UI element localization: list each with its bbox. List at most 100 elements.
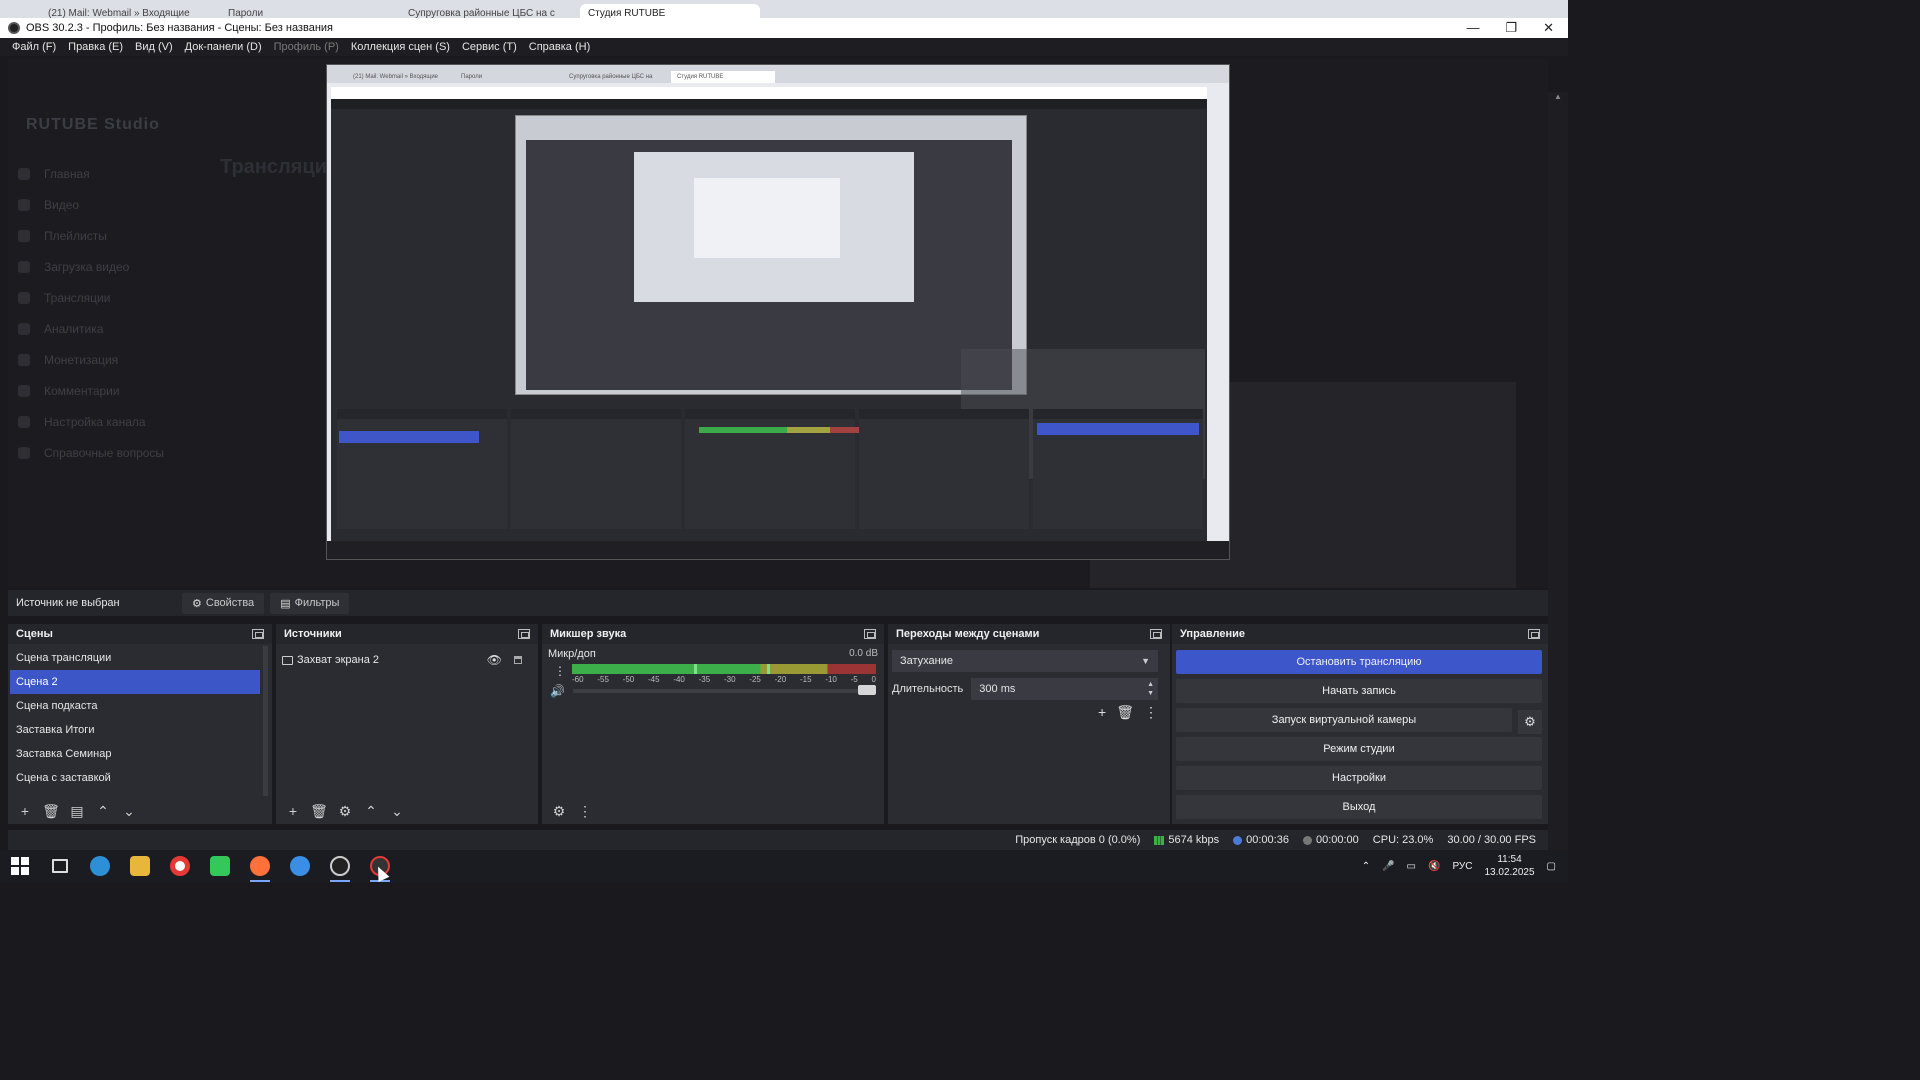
capture-docks: [337, 409, 1203, 529]
window-scrollbar[interactable]: ▲: [1548, 92, 1568, 852]
menu-help[interactable]: Справка (H): [525, 41, 594, 53]
start-recording-button[interactable]: Начать запись: [1176, 679, 1542, 703]
kebab-menu-icon[interactable]: ⋮: [554, 664, 566, 678]
trash-icon[interactable]: 🗑: [40, 800, 62, 822]
menu-docks[interactable]: Док-панели (D): [181, 41, 266, 53]
capture-taskbar: [327, 541, 1229, 559]
source-item[interactable]: Захват экрана 2 👁: [282, 650, 532, 670]
capture-stop-button: [1037, 423, 1199, 435]
dock-title: Сцены: [16, 628, 53, 640]
obs-taskbar-button[interactable]: [320, 850, 360, 882]
scenes-scrollbar[interactable]: [263, 646, 268, 796]
scroll-up-icon[interactable]: ▲: [1548, 92, 1568, 101]
app-button[interactable]: [200, 850, 240, 882]
start-button[interactable]: [0, 850, 40, 882]
undock-icon[interactable]: [1528, 629, 1540, 639]
menu-file[interactable]: Файл (F): [8, 41, 60, 53]
duration-input[interactable]: 300 ms ▲ ▼: [971, 678, 1158, 700]
scene-item[interactable]: Заставка Семинар: [10, 742, 260, 766]
gear-icon[interactable]: ⚙: [1518, 710, 1542, 734]
microphone-icon[interactable]: 🎤: [1382, 861, 1394, 872]
clock[interactable]: 11:54 13.02.2025: [1484, 853, 1534, 879]
preview-canvas[interactable]: RUTUBE Studio Трансляции Главная Видео П…: [8, 58, 1548, 588]
firefox-button[interactable]: [240, 850, 280, 882]
mixer-dock-header: Микшер звука: [542, 624, 884, 644]
meter-tick: -55: [597, 675, 609, 684]
capture-obs-window: [331, 87, 1207, 557]
signal-icon: [1154, 835, 1165, 845]
notifications-icon[interactable]: ▢: [1547, 861, 1556, 872]
menu-edit[interactable]: Правка (E): [64, 41, 127, 53]
meter-tick: -10: [825, 675, 837, 684]
scene-item[interactable]: Заставка Итоги: [10, 718, 260, 742]
studio-mode-button[interactable]: Режим студии: [1176, 737, 1542, 761]
properties-button[interactable]: ⚙ Свойства: [182, 592, 265, 614]
stop-streaming-button[interactable]: Остановить трансляцию: [1176, 650, 1542, 674]
restore-icon[interactable]: ❐: [1505, 20, 1517, 36]
trash-icon[interactable]: 🗑: [1116, 704, 1134, 721]
yandex-button[interactable]: [160, 850, 200, 882]
undock-icon[interactable]: [252, 629, 264, 639]
kebab-menu-icon[interactable]: ⋮: [1144, 704, 1158, 721]
exit-button[interactable]: Выход: [1176, 795, 1542, 819]
settings-button[interactable]: Настройки: [1176, 766, 1542, 790]
menu-view[interactable]: Вид (V): [131, 41, 177, 53]
properties-label: Свойства: [205, 597, 255, 609]
network-icon[interactable]: ▭: [1407, 861, 1416, 872]
menu-tools[interactable]: Сервис (T): [458, 41, 521, 53]
move-down-icon[interactable]: ⌄: [386, 800, 408, 822]
filter-icon: ▤: [280, 597, 291, 610]
gear-icon[interactable]: ⚙: [334, 800, 356, 822]
add-icon[interactable]: +: [14, 800, 36, 822]
sources-toolbar: + 🗑 ⚙ ⌃ ⌄: [276, 798, 538, 824]
menu-profile[interactable]: Профиль (P): [270, 41, 343, 53]
browser-button[interactable]: [280, 850, 320, 882]
sources-dock: Источники Захват экрана 2 👁 + 🗑 ⚙ ⌃ ⌄: [276, 624, 538, 824]
move-up-icon[interactable]: ⌃: [360, 800, 382, 822]
eye-icon[interactable]: 👁: [487, 653, 502, 667]
move-up-icon[interactable]: ⌃: [92, 800, 114, 822]
undock-icon[interactable]: [518, 629, 530, 639]
move-down-icon[interactable]: ⌄: [118, 800, 140, 822]
undock-icon[interactable]: [864, 629, 876, 639]
add-icon[interactable]: +: [1098, 704, 1106, 721]
advanced-audio-icon[interactable]: ⚙: [548, 800, 570, 822]
kebab-menu-icon[interactable]: ⋮: [574, 800, 596, 822]
start-virtual-camera-button[interactable]: Запуск виртуальной камеры: [1176, 708, 1512, 732]
capture-tabs: (21) Mail: Webmail » Входящие Пароли Суп…: [327, 65, 1229, 83]
filter-icon[interactable]: ▤: [66, 800, 88, 822]
duration-label: Длительность: [892, 683, 964, 695]
mixer-channel-header: Микр/доп 0.0 dB: [548, 648, 878, 660]
language-indicator[interactable]: РУС: [1452, 861, 1472, 872]
add-icon[interactable]: +: [282, 800, 304, 822]
task-view-button[interactable]: [40, 850, 80, 882]
meter-tick: -50: [622, 675, 635, 684]
scene-item-selected[interactable]: Сцена 2: [10, 670, 260, 694]
speaker-icon[interactable]: 🔊: [550, 684, 565, 698]
transition-select[interactable]: Затухание ▼: [892, 650, 1158, 672]
scene-item[interactable]: Сцена подкаста: [10, 694, 260, 718]
capture-tab: Студия RUTUBE: [671, 71, 775, 83]
volume-slider-knob[interactable]: [858, 685, 876, 695]
menu-scene-collection[interactable]: Коллекция сцен (S): [347, 41, 454, 53]
scene-item[interactable]: Сцена трансляции: [10, 646, 260, 670]
meter-tick: -25: [749, 675, 761, 684]
close-icon[interactable]: ✕: [1543, 20, 1554, 36]
meter-tick: -5: [850, 675, 858, 684]
dock-title: Управление: [1180, 628, 1246, 640]
clock-date: 13.02.2025: [1484, 867, 1535, 878]
minimize-icon[interactable]: —: [1466, 20, 1479, 36]
volume-mute-icon[interactable]: 🔇: [1428, 861, 1440, 872]
scene-item[interactable]: Сцена с заставкой: [10, 766, 260, 790]
explorer-button[interactable]: [120, 850, 160, 882]
tray-chevron-icon[interactable]: ⌃: [1362, 861, 1370, 872]
volume-slider[interactable]: [572, 685, 876, 695]
trash-icon[interactable]: 🗑: [308, 800, 330, 822]
undock-icon[interactable]: [1150, 629, 1162, 639]
filters-button[interactable]: ▤ Фильтры: [270, 592, 350, 614]
spin-arrows-icon[interactable]: ▲ ▼: [1147, 680, 1154, 698]
lock-icon[interactable]: [514, 656, 522, 664]
system-tray: ⌃ 🎤 ▭ 🔇 РУС 11:54 13.02.2025 ▢: [1362, 850, 1568, 882]
capture-tab: Пароли: [461, 74, 483, 80]
edge-button[interactable]: [80, 850, 120, 882]
